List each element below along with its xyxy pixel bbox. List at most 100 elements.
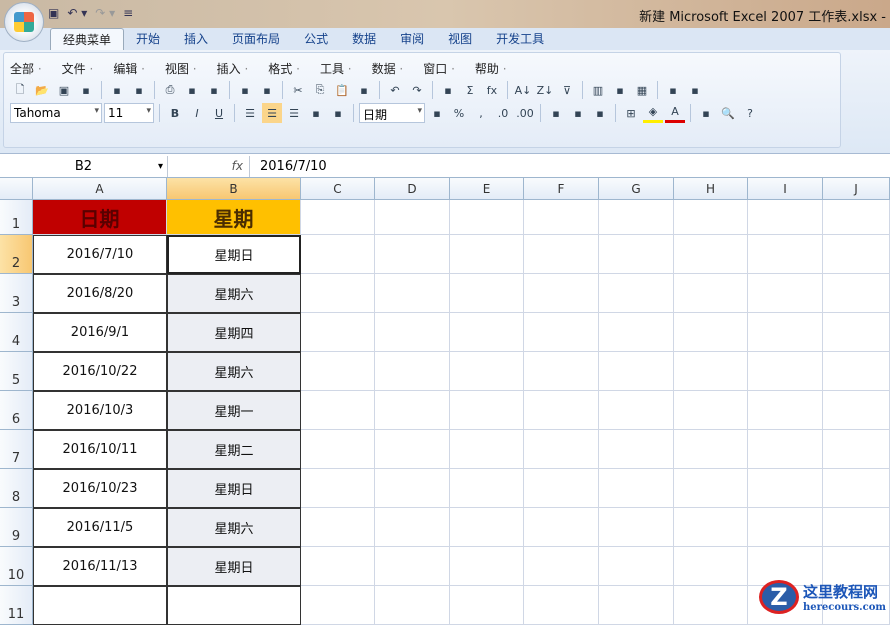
cell[interactable]	[375, 586, 450, 625]
cell[interactable]	[599, 547, 674, 586]
date-cell[interactable]: 2016/10/23	[33, 469, 167, 508]
cell[interactable]	[450, 508, 524, 547]
function-icon[interactable]: fx	[482, 80, 502, 100]
column-header[interactable]: F	[524, 178, 599, 200]
cell[interactable]	[674, 235, 748, 274]
cell[interactable]	[301, 469, 375, 508]
column-header[interactable]: J	[823, 178, 890, 200]
menu-2[interactable]: 编辑	[113, 60, 145, 77]
sort-asc-icon[interactable]: A↓	[513, 80, 533, 100]
row-header[interactable]: 10	[0, 547, 33, 586]
cell[interactable]	[375, 200, 450, 235]
cell[interactable]	[524, 586, 599, 625]
shapes-icon[interactable]: ▪	[610, 80, 630, 100]
cell[interactable]	[301, 430, 375, 469]
weekday-cell[interactable]: 星期六	[167, 274, 301, 313]
date-cell[interactable]: 2016/10/3	[33, 391, 167, 430]
cell[interactable]	[748, 391, 823, 430]
cell[interactable]	[301, 200, 375, 235]
cell[interactable]	[823, 313, 890, 352]
cell[interactable]	[599, 200, 674, 235]
cell[interactable]	[375, 391, 450, 430]
font-name-select[interactable]: Tahoma	[10, 103, 102, 123]
cell[interactable]	[301, 352, 375, 391]
row-header[interactable]: 7	[0, 430, 33, 469]
merge-center-icon[interactable]: ▪	[306, 103, 326, 123]
chart-icon[interactable]: ▥	[588, 80, 608, 100]
preview-icon[interactable]: ▪	[182, 80, 202, 100]
cell[interactable]	[33, 586, 167, 625]
redo-icon[interactable]: ↷ ▾	[95, 6, 115, 20]
cell[interactable]	[524, 430, 599, 469]
cell[interactable]	[450, 469, 524, 508]
cell[interactable]	[823, 352, 890, 391]
cell[interactable]	[375, 274, 450, 313]
row-header[interactable]: 4	[0, 313, 33, 352]
fill-color-icon[interactable]: ◈	[643, 103, 663, 123]
date-cell[interactable]: 2016/8/20	[33, 274, 167, 313]
weekday-cell[interactable]: 星期二	[167, 430, 301, 469]
undo-icon[interactable]: ↶ ▾	[67, 6, 87, 20]
header-cell-weekday[interactable]: 星期	[167, 200, 301, 235]
copy-icon[interactable]: ⎘	[310, 80, 330, 100]
cell[interactable]	[674, 313, 748, 352]
currency-icon[interactable]: ▪	[427, 103, 447, 123]
cell[interactable]	[524, 508, 599, 547]
hyperlink-icon[interactable]: ▪	[438, 80, 458, 100]
cell[interactable]	[450, 274, 524, 313]
cell[interactable]	[375, 469, 450, 508]
permission-icon[interactable]: ▪	[129, 80, 149, 100]
print-icon[interactable]: ⎙	[160, 80, 180, 100]
cell[interactable]	[823, 274, 890, 313]
cell[interactable]	[375, 313, 450, 352]
cell[interactable]	[748, 200, 823, 235]
cell[interactable]	[301, 547, 375, 586]
cell[interactable]	[599, 274, 674, 313]
cell[interactable]	[823, 508, 890, 547]
cell[interactable]	[450, 200, 524, 235]
cell[interactable]	[599, 430, 674, 469]
row-header[interactable]: 8	[0, 469, 33, 508]
redo-icon[interactable]: ↷	[407, 80, 427, 100]
weekday-cell[interactable]: 星期日	[167, 235, 301, 274]
cell[interactable]	[823, 200, 890, 235]
cell[interactable]	[524, 313, 599, 352]
column-header[interactable]: C	[301, 178, 375, 200]
filter-icon[interactable]: ⊽	[557, 80, 577, 100]
tab-4[interactable]: 公式	[292, 28, 340, 50]
cell[interactable]	[674, 274, 748, 313]
cell[interactable]	[748, 274, 823, 313]
cell[interactable]	[748, 508, 823, 547]
align-center-icon[interactable]: ☰	[262, 103, 282, 123]
date-cell[interactable]: 2016/10/22	[33, 352, 167, 391]
row-header[interactable]: 6	[0, 391, 33, 430]
print-preview-icon[interactable]: ▪	[107, 80, 127, 100]
date-cell[interactable]: 2016/10/11	[33, 430, 167, 469]
cell[interactable]	[599, 235, 674, 274]
cell[interactable]	[301, 235, 375, 274]
menu-3[interactable]: 视图	[165, 60, 197, 77]
font-size-select[interactable]: 11	[104, 103, 154, 123]
cell[interactable]	[674, 508, 748, 547]
column-header[interactable]: D	[375, 178, 450, 200]
research-icon[interactable]: ▪	[204, 80, 224, 100]
cell[interactable]	[301, 508, 375, 547]
cell[interactable]	[748, 430, 823, 469]
picture-icon[interactable]: ▪	[696, 103, 716, 123]
cell[interactable]	[375, 430, 450, 469]
column-header[interactable]: E	[450, 178, 524, 200]
select-all-corner[interactable]	[0, 178, 33, 200]
cell[interactable]	[450, 430, 524, 469]
cell[interactable]	[599, 586, 674, 625]
column-header[interactable]: A	[33, 178, 167, 200]
menu-9[interactable]: 帮助	[475, 60, 507, 77]
borders-icon[interactable]: ⊞	[621, 103, 641, 123]
cell[interactable]	[748, 235, 823, 274]
cell[interactable]	[450, 235, 524, 274]
menu-1[interactable]: 文件	[62, 60, 94, 77]
cell[interactable]	[524, 391, 599, 430]
undo-icon[interactable]: ↶	[385, 80, 405, 100]
cell[interactable]	[167, 586, 301, 625]
cell[interactable]	[524, 469, 599, 508]
decrease-decimal-icon[interactable]: .00	[515, 103, 535, 123]
